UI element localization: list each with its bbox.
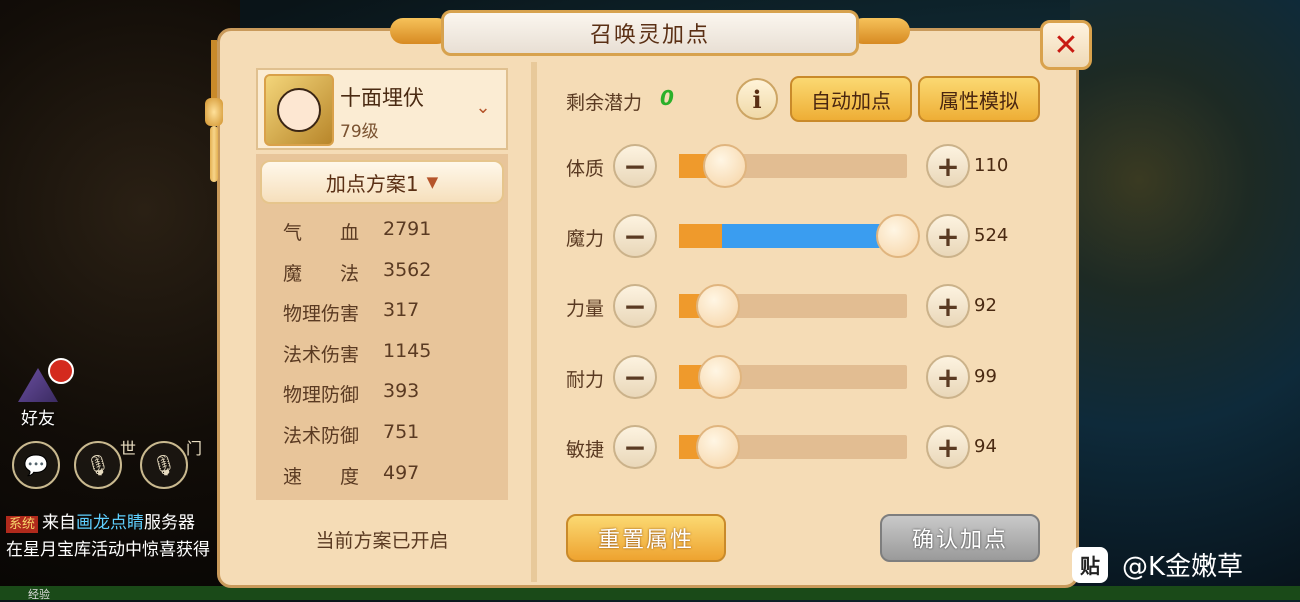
slider-handle[interactable] — [703, 144, 747, 188]
plus-icon: + — [936, 430, 960, 464]
plus-icon: + — [936, 219, 960, 253]
attribute-label: 体质 — [566, 158, 605, 180]
slider-handle[interactable] — [696, 425, 740, 469]
increase-button[interactable]: + — [926, 425, 970, 469]
attribute-label: 力量 — [566, 298, 605, 320]
chat-bubble-button[interactable]: 💬 — [12, 441, 60, 489]
chevron-down-icon[interactable]: ⌄ — [470, 94, 496, 120]
minus-icon: − — [623, 219, 647, 253]
attribute-slider[interactable] — [679, 214, 920, 258]
notification-dot — [48, 358, 74, 384]
plus-icon: + — [936, 289, 960, 323]
auto-allocate-button[interactable]: 自动加点 — [790, 76, 912, 122]
attribute-slider[interactable] — [679, 284, 907, 328]
slider-handle[interactable] — [876, 214, 920, 258]
chat-bubble-icon: 💬 — [23, 453, 49, 477]
slider-base-fill — [679, 224, 722, 248]
plus-icon: + — [936, 149, 960, 183]
decrease-button[interactable]: − — [613, 425, 657, 469]
watermark: 贴 @K金嫩草 — [1072, 546, 1243, 583]
slider-handle[interactable] — [698, 355, 742, 399]
stat-row: 魔 法 3562 — [283, 259, 432, 285]
increase-button[interactable]: + — [926, 144, 970, 188]
attribute-value: 524 — [974, 225, 1009, 246]
close-icon: ✕ — [1053, 27, 1079, 63]
increase-button[interactable]: + — [926, 214, 970, 258]
minus-icon: − — [623, 360, 647, 394]
potential-value: 0 — [660, 86, 674, 110]
minus-icon: − — [623, 430, 647, 464]
attribute-value: 99 — [974, 366, 997, 387]
watermark-logo-icon: 贴 — [1072, 546, 1108, 583]
chevron-down-icon: ▼ — [426, 173, 439, 191]
attribute-slider[interactable] — [679, 425, 907, 469]
close-button[interactable]: ✕ — [1040, 20, 1092, 70]
attribute-simulate-button[interactable]: 属性模拟 — [918, 76, 1040, 122]
minus-icon: − — [623, 289, 647, 323]
plus-icon: + — [936, 360, 960, 394]
attribute-label: 耐力 — [566, 369, 605, 391]
title-ornament-right — [850, 18, 910, 44]
chat-message[interactable]: 系统 来自画龙点睛服务器 — [6, 508, 195, 533]
microphone-icon: 🎙 — [151, 453, 177, 477]
system-tag: 系统 — [6, 516, 39, 533]
confirm-allocation-button[interactable]: 确认加点 — [880, 514, 1040, 562]
decrease-button[interactable]: − — [613, 355, 657, 399]
watermark-text: @K金嫩草 — [1122, 552, 1244, 582]
attribute-value: 92 — [974, 295, 997, 316]
friend-label: 好友 — [21, 409, 55, 429]
stats-panel — [256, 154, 508, 500]
chat-message[interactable]: 在星月宝库活动中惊喜获得 — [6, 535, 210, 560]
microphone-icon: 🎙 — [85, 453, 111, 477]
decrease-button[interactable]: − — [613, 144, 657, 188]
increase-button[interactable]: + — [926, 355, 970, 399]
pet-name: 十面埋伏 — [340, 86, 424, 110]
stat-row: 法术伤害 1145 — [283, 340, 432, 366]
stat-row: 物理伤害 317 — [283, 299, 420, 325]
stat-row: 速 度 497 — [283, 462, 420, 488]
server-name: 画龙点睛 — [76, 513, 145, 533]
attribute-slider[interactable] — [679, 355, 907, 399]
world-voice-button[interactable]: 🎙 世 — [74, 439, 136, 489]
info-button[interactable]: i — [736, 78, 778, 120]
reset-attributes-button[interactable]: 重置属性 — [566, 514, 726, 562]
panel-title: 召唤灵加点 — [441, 10, 859, 56]
sect-voice-button[interactable]: 🎙 门 — [140, 439, 202, 489]
attribute-slider[interactable] — [679, 144, 907, 188]
attribute-label: 魔力 — [566, 228, 605, 250]
stat-row: 法术防御 751 — [283, 421, 420, 447]
sect-tag: 门 — [185, 439, 202, 458]
attribute-label: 敏捷 — [566, 439, 605, 461]
potential-label: 剩余潜力 — [566, 92, 643, 114]
increase-button[interactable]: + — [926, 284, 970, 328]
decrease-button[interactable]: − — [613, 284, 657, 328]
game-background-right — [1070, 0, 1300, 600]
slider-added-fill — [722, 224, 898, 248]
exp-bar — [0, 586, 1300, 600]
stat-row: 气 血 2791 — [283, 218, 432, 244]
tassel-ornament — [205, 40, 223, 182]
attribute-value: 110 — [974, 155, 1009, 176]
pet-avatar — [264, 74, 334, 146]
pet-level: 79级 — [340, 122, 379, 142]
stat-row: 物理防御 393 — [283, 380, 420, 406]
decrease-button[interactable]: − — [613, 214, 657, 258]
world-tag: 世 — [119, 439, 136, 458]
attribute-value: 94 — [974, 436, 997, 457]
slider-handle[interactable] — [696, 284, 740, 328]
friend-button[interactable]: 好友 — [8, 358, 74, 429]
minus-icon: − — [623, 149, 647, 183]
scheme-label: 加点方案1 — [325, 171, 419, 196]
scheme-dropdown[interactable]: 加点方案1 ▼ — [260, 160, 504, 204]
info-icon: i — [752, 84, 762, 114]
scheme-status: 当前方案已开启 — [315, 530, 449, 552]
column-divider — [531, 62, 537, 582]
